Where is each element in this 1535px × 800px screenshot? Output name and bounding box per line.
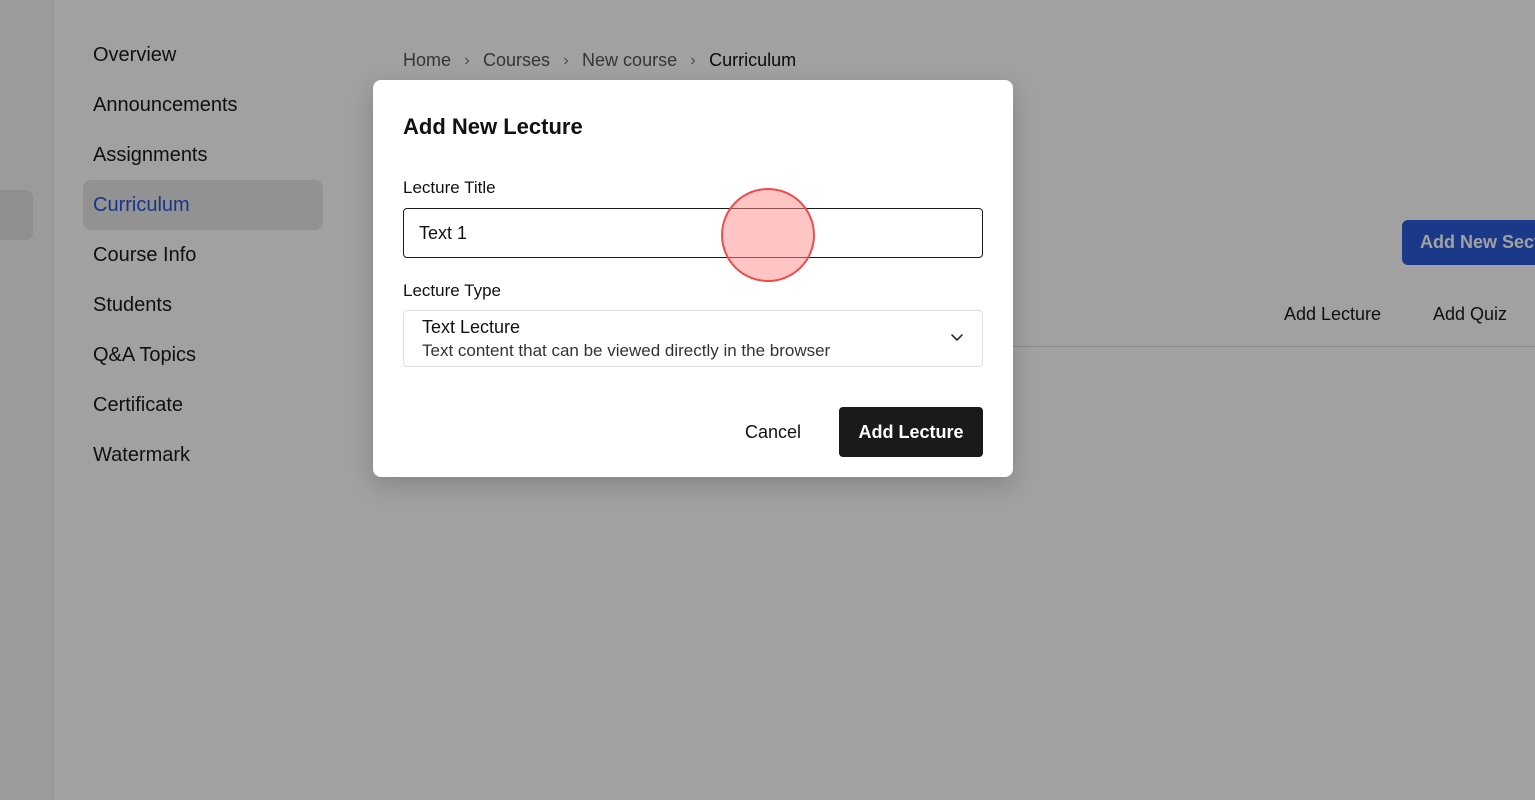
chevron-down-icon xyxy=(951,334,963,341)
lecture-title-label: Lecture Title xyxy=(403,178,496,197)
lecture-type-description: Text content that can be viewed directly… xyxy=(422,341,831,360)
add-lecture-dialog: Add New Lecture Lecture Title Lecture Ty… xyxy=(373,80,1013,477)
lecture-type-select[interactable]: Text Lecture Text content that can be vi… xyxy=(403,310,983,367)
lecture-type-label: Lecture Type xyxy=(403,281,501,300)
add-lecture-button[interactable]: Add Lecture xyxy=(839,407,983,457)
lecture-title-input[interactable] xyxy=(403,208,983,258)
lecture-type-selected-value: Text Lecture xyxy=(422,317,521,337)
cancel-button[interactable]: Cancel xyxy=(723,407,823,457)
dialog-title: Add New Lecture xyxy=(403,114,583,139)
app-window: Overview Announcements Assignments Curri… xyxy=(0,0,1535,800)
